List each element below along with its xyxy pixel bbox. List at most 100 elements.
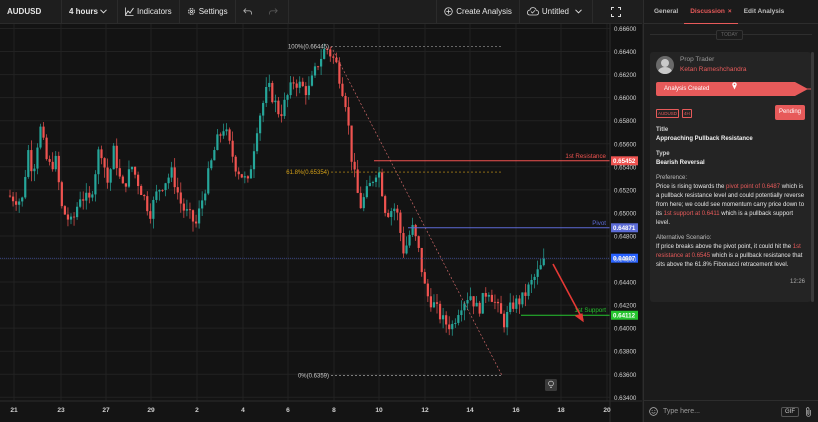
candle-body xyxy=(88,192,91,198)
tab-general[interactable]: General xyxy=(648,0,684,24)
candle-body xyxy=(121,176,124,184)
preference-label: Preference: xyxy=(656,175,688,181)
candle-body xyxy=(207,168,210,194)
candle-body xyxy=(164,183,167,191)
candle-body xyxy=(396,208,399,213)
y-tick-label: 0.66400 xyxy=(614,49,637,56)
paperclip-icon[interactable] xyxy=(805,406,812,417)
smiley-icon[interactable] xyxy=(649,407,658,416)
x-tick-label: 12 xyxy=(421,407,429,414)
fullscreen-button[interactable] xyxy=(593,0,642,24)
redo-button[interactable] xyxy=(262,0,289,24)
candle-body xyxy=(353,161,356,170)
author-name[interactable]: Ketan Rameshchandra xyxy=(680,65,747,75)
candle-body xyxy=(304,86,307,96)
message-input[interactable]: Type here... xyxy=(663,408,781,415)
y-tick-label: 0.64200 xyxy=(614,303,637,310)
candle-body xyxy=(420,247,423,273)
y-tick-label: 0.66600 xyxy=(614,26,637,33)
candle-body xyxy=(518,298,521,305)
candle-body xyxy=(201,200,204,209)
candle-body xyxy=(21,197,24,202)
candle-body xyxy=(216,134,219,151)
chart-toolbar: AUDUSD 4 hours Indicators Settings Creat… xyxy=(0,0,642,24)
candle-body xyxy=(350,125,353,162)
author-role: Prop Trader xyxy=(680,56,715,64)
candle-body xyxy=(124,183,127,187)
fib-trend-line xyxy=(330,46,503,376)
candle-body xyxy=(39,126,42,148)
candle-body xyxy=(152,199,155,219)
candle-body xyxy=(182,203,185,211)
candle-body xyxy=(30,150,33,172)
analysis-tags: AUDUSD 4H Pending xyxy=(656,105,805,120)
candle-body xyxy=(11,196,15,202)
candle-body xyxy=(390,211,393,217)
candle-body xyxy=(237,171,240,175)
projection-arrowhead xyxy=(574,313,584,323)
plus-circle-icon xyxy=(444,7,453,16)
tab-label: Discussion xyxy=(690,7,725,15)
panel-scrollbar[interactable] xyxy=(811,52,814,302)
candle-body xyxy=(103,158,106,168)
chart-canvas[interactable]: 100%(0.66445) 61.8%(0.65354) 0%(0.6359) 1st… xyxy=(0,24,642,422)
candle-body xyxy=(173,167,176,188)
undo-button[interactable] xyxy=(236,0,262,24)
candle-body xyxy=(432,302,436,308)
app-root: AUDUSD 4 hours Indicators Settings Creat… xyxy=(0,0,818,422)
y-tick-label: 0.66000 xyxy=(614,95,637,102)
analysis-created-label: Analysis Created xyxy=(656,82,736,96)
candle-body xyxy=(66,214,70,220)
candle-body xyxy=(457,315,460,323)
candle-body xyxy=(307,85,310,96)
candle-body xyxy=(499,303,503,314)
candle-body xyxy=(127,169,131,187)
candle-body xyxy=(393,208,396,212)
layout-selector[interactable]: Untitled xyxy=(520,0,593,24)
candle-body xyxy=(143,195,146,197)
settings-button[interactable]: Settings xyxy=(180,0,236,24)
candle-body xyxy=(429,296,432,308)
candle-body xyxy=(8,195,12,197)
symbol-tag: AUDUSD xyxy=(656,108,680,118)
candle-body xyxy=(347,107,350,126)
candle-body xyxy=(478,302,481,314)
candle-body xyxy=(341,83,344,96)
undo-icon xyxy=(242,8,252,15)
indicators-button[interactable]: Indicators xyxy=(118,0,180,24)
candle-body xyxy=(310,75,314,86)
interval-selector[interactable]: 4 hours xyxy=(62,0,118,24)
candle-body xyxy=(423,272,426,284)
candle-body xyxy=(24,176,27,198)
chevron-down-icon xyxy=(100,9,107,14)
x-tick-label: 4 xyxy=(241,407,245,414)
tab-discussion[interactable]: Discussion × xyxy=(684,0,738,24)
y-tick-label: 0.63800 xyxy=(614,349,637,356)
candle-body xyxy=(426,283,429,297)
candle-body xyxy=(140,185,143,196)
candle-body xyxy=(213,150,216,161)
candle-body xyxy=(524,292,527,296)
close-icon[interactable]: × xyxy=(728,8,732,15)
y-tick-label: 0.65000 xyxy=(614,210,637,217)
x-axis-strip xyxy=(0,401,642,422)
candle-body xyxy=(137,174,140,186)
tab-edit-analysis[interactable]: Edit Analysis xyxy=(738,0,791,24)
gif-button[interactable]: GIF xyxy=(781,406,799,417)
candle-body xyxy=(155,191,158,200)
indicators-label: Indicators xyxy=(137,7,172,16)
price-chart[interactable]: 100%(0.66445) 61.8%(0.65354) 0%(0.6359) 1st… xyxy=(0,24,642,422)
candle-body xyxy=(194,221,198,224)
avatar[interactable] xyxy=(656,56,674,74)
create-analysis-button[interactable]: Create Analysis xyxy=(436,0,520,24)
symbol-selector[interactable]: AUDUSD xyxy=(0,0,62,24)
candle-body xyxy=(435,302,439,304)
alternative-text: If price breaks above the pivot point, i… xyxy=(656,244,803,268)
candle-body xyxy=(466,300,469,304)
candle-body xyxy=(298,81,301,88)
candle-body xyxy=(356,169,359,193)
candle-body xyxy=(368,182,371,187)
level-label: 1st Resistance xyxy=(565,153,606,160)
candle-body xyxy=(487,294,490,297)
candle-body xyxy=(402,232,405,254)
